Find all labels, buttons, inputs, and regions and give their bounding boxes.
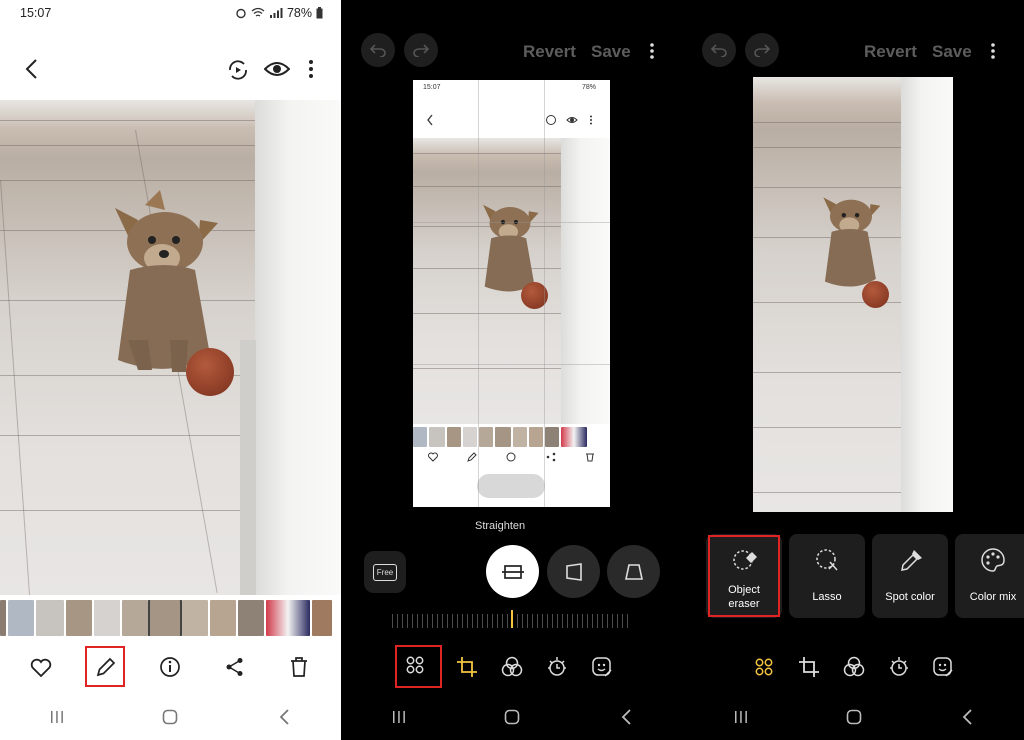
more-vertical-icon[interactable]	[306, 59, 316, 79]
mini-photo	[413, 138, 610, 424]
mini-action-bar	[413, 452, 610, 462]
mini-more-icon	[589, 115, 593, 125]
remaster-icon[interactable]	[226, 58, 250, 82]
undo-icon	[711, 44, 727, 57]
back-icon[interactable]	[606, 709, 646, 725]
home-icon[interactable]	[834, 709, 874, 725]
more-vertical-icon[interactable]	[648, 42, 656, 60]
mini-eye-icon	[566, 115, 578, 125]
undo-button[interactable]	[361, 33, 395, 67]
system-nav-bar	[0, 697, 341, 737]
more-vertical-icon[interactable]	[989, 42, 997, 60]
spot-color-label: Spot color	[885, 591, 935, 603]
tone-icon[interactable]	[888, 656, 910, 678]
edited-photo[interactable]	[753, 77, 953, 512]
flip-rotate-pill	[477, 474, 545, 498]
thumbnail-strip[interactable]	[0, 600, 341, 636]
lasso-icon	[816, 549, 838, 571]
screenshot-collage: 15:07 78% Revert Save 15:07 78% Straight…	[0, 0, 1024, 740]
decorations-icon[interactable]	[932, 656, 954, 678]
edit-highlight-box	[85, 646, 125, 687]
horizontal-perspective-button[interactable]	[607, 545, 660, 598]
system-nav-bar	[342, 697, 683, 737]
status-bar: 15:07 78%	[0, 0, 341, 28]
battery-icon	[316, 7, 323, 19]
system-nav-bar	[684, 697, 1024, 737]
crop-preview[interactable]: 15:07 78%	[413, 80, 610, 507]
mini-back-icon	[426, 114, 434, 126]
tools-grid-icon[interactable]	[755, 658, 773, 676]
vertical-perspective-icon	[565, 562, 582, 581]
straighten-button[interactable]	[486, 545, 539, 598]
arrow-left-icon[interactable]	[22, 58, 42, 80]
palette-icon	[981, 548, 1005, 572]
mini-remaster-icon	[545, 114, 557, 126]
filters-icon[interactable]	[843, 656, 865, 678]
object-eraser-highlight-box	[708, 535, 780, 617]
color-mix-tool[interactable]: Color mix	[955, 534, 1024, 618]
eye-icon[interactable]	[264, 59, 290, 79]
heart-icon[interactable]	[30, 658, 52, 678]
mini-status-battery: 78%	[581, 84, 596, 91]
gallery-viewer-panel: 15:07 78%	[0, 0, 341, 740]
redo-button[interactable]	[404, 33, 438, 67]
redo-icon	[413, 44, 429, 57]
info-icon[interactable]	[159, 656, 181, 678]
spot-color-tool[interactable]: Spot color	[872, 534, 948, 618]
back-icon[interactable]	[947, 709, 987, 725]
home-icon[interactable]	[150, 709, 190, 725]
recents-icon[interactable]	[379, 710, 419, 724]
ball-image	[186, 348, 234, 396]
save-button[interactable]: Save	[932, 42, 972, 62]
mini-thumbnail-strip	[413, 427, 610, 447]
recents-icon[interactable]	[37, 710, 77, 724]
vertical-perspective-button[interactable]	[547, 545, 600, 598]
lasso-tool[interactable]: Lasso	[789, 534, 865, 618]
undo-icon	[370, 44, 386, 57]
tone-icon[interactable]	[546, 656, 568, 678]
back-icon[interactable]	[264, 709, 304, 725]
free-ratio-button[interactable]: Free	[364, 551, 406, 593]
straighten-icon	[501, 564, 524, 579]
redo-button[interactable]	[745, 33, 779, 67]
redo-icon	[754, 44, 770, 57]
eyedropper-icon	[901, 550, 922, 571]
status-time: 15:07	[20, 6, 52, 20]
color-mix-label: Color mix	[969, 591, 1017, 603]
save-button[interactable]: Save	[591, 42, 631, 62]
share-icon[interactable]	[224, 656, 246, 678]
recents-icon[interactable]	[721, 710, 761, 724]
horizontal-perspective-icon	[624, 563, 643, 580]
battery-level: 78%	[286, 6, 312, 20]
straighten-label: Straighten	[475, 520, 526, 532]
crop-rotate-icon[interactable]	[456, 656, 478, 678]
mini-status-time: 15:07	[423, 84, 441, 91]
filters-icon[interactable]	[501, 656, 523, 678]
crop-rotate-icon[interactable]	[798, 656, 820, 678]
undo-button[interactable]	[702, 33, 736, 67]
editor-tools-panel: Revert Save Object eraser Lasso Spot col…	[684, 0, 1024, 740]
tools-highlight-box	[395, 645, 442, 688]
wifi-icon	[251, 7, 265, 19]
ball-image	[862, 281, 889, 308]
home-icon[interactable]	[492, 709, 532, 725]
angle-slider-handle[interactable]	[511, 610, 513, 628]
signal-icon	[269, 7, 283, 19]
trash-icon[interactable]	[289, 656, 309, 678]
free-ratio-label: Free	[372, 563, 398, 581]
revert-button[interactable]: Revert	[864, 42, 917, 62]
lasso-label: Lasso	[812, 591, 842, 603]
decorations-icon[interactable]	[591, 656, 613, 678]
alarm-icon	[235, 7, 247, 19]
editor-crop-panel: Revert Save 15:07 78% Straighten Free	[342, 0, 683, 740]
photo-image[interactable]	[0, 100, 341, 595]
revert-button[interactable]: Revert	[523, 42, 576, 62]
